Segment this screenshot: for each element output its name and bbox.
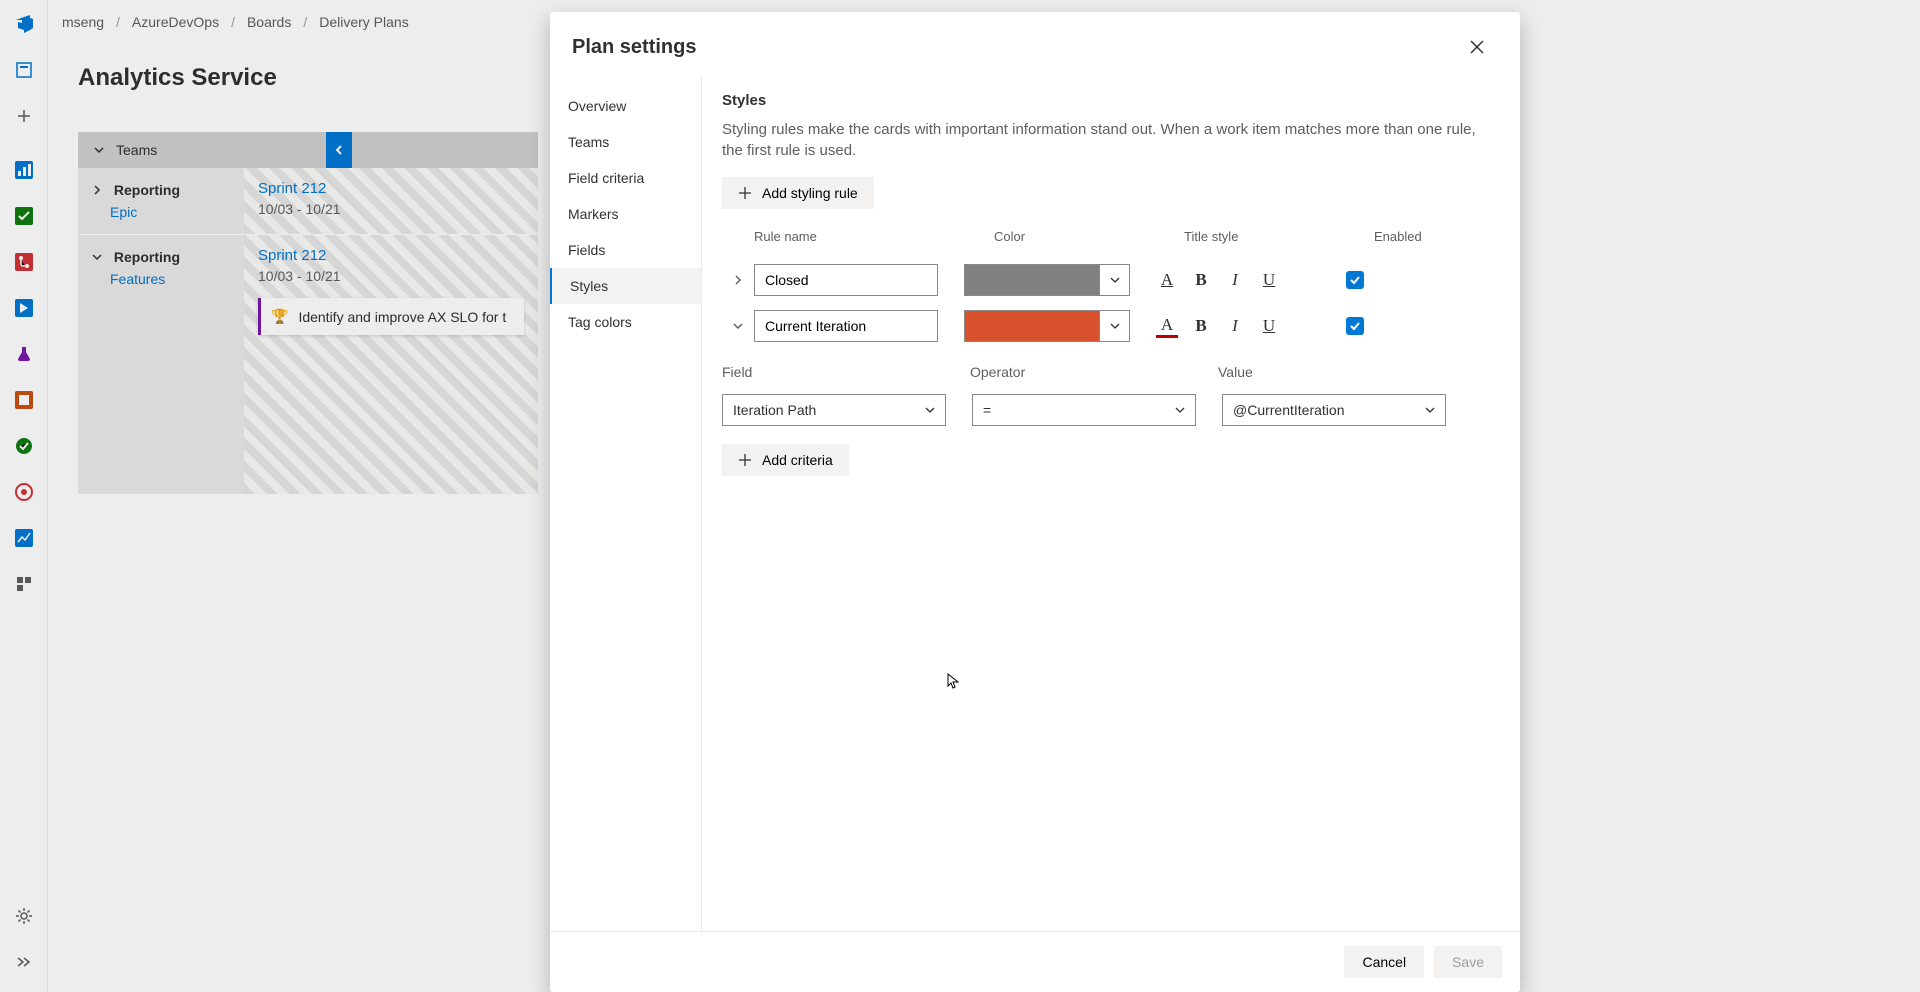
styles-heading: Styles	[722, 92, 1500, 109]
add-rule-label: Add styling rule	[762, 185, 858, 201]
collapse-rule-button[interactable]	[722, 320, 754, 332]
nav-overview[interactable]: Overview	[550, 88, 701, 124]
expand-rule-button[interactable]	[722, 274, 754, 286]
enabled-checkbox[interactable]	[1346, 271, 1364, 289]
save-button[interactable]: Save	[1434, 946, 1502, 978]
nav-teams[interactable]: Teams	[550, 124, 701, 160]
nav-tag-colors[interactable]: Tag colors	[550, 304, 701, 340]
rules-columns: Rule name Color Title style Enabled	[722, 229, 1500, 250]
settings-nav: Overview Teams Field criteria Markers Fi…	[550, 76, 702, 931]
criteria-row: Iteration Path = @CurrentIteration	[722, 394, 1500, 426]
bold-button[interactable]: B	[1190, 315, 1212, 337]
nav-field-criteria[interactable]: Field criteria	[550, 160, 701, 196]
enabled-checkbox[interactable]	[1346, 317, 1364, 335]
value-value: @CurrentIteration	[1233, 402, 1344, 418]
chevron-down-icon[interactable]	[1099, 311, 1129, 341]
rule-name-input[interactable]	[754, 264, 938, 296]
color-picker[interactable]	[964, 310, 1130, 342]
italic-button[interactable]: I	[1224, 315, 1246, 337]
operator-select[interactable]: =	[972, 394, 1196, 426]
col-rule-name: Rule name	[754, 229, 994, 244]
operator-value: =	[983, 402, 991, 418]
value-select[interactable]: @CurrentIteration	[1222, 394, 1446, 426]
rule-name-input[interactable]	[754, 310, 938, 342]
chevron-down-icon[interactable]	[1099, 265, 1129, 295]
font-color-button[interactable]: A	[1156, 269, 1178, 291]
color-swatch	[965, 265, 1099, 295]
add-criteria-label: Add criteria	[762, 452, 833, 468]
italic-button[interactable]: I	[1224, 269, 1246, 291]
col-title-style: Title style	[1184, 229, 1374, 244]
add-styling-rule-button[interactable]: Add styling rule	[722, 177, 874, 209]
color-swatch	[965, 311, 1099, 341]
styles-description: Styling rules make the cards with import…	[722, 119, 1500, 161]
col-operator: Operator	[970, 364, 1218, 380]
style-rule: A B I U	[722, 310, 1500, 342]
add-criteria-button[interactable]: Add criteria	[722, 444, 849, 476]
col-value: Value	[1218, 364, 1448, 380]
field-value: Iteration Path	[733, 402, 816, 418]
color-picker[interactable]	[964, 264, 1130, 296]
nav-fields[interactable]: Fields	[550, 232, 701, 268]
col-color: Color	[994, 229, 1184, 244]
bold-button[interactable]: B	[1190, 269, 1212, 291]
col-field: Field	[722, 364, 970, 380]
underline-button[interactable]: U	[1258, 269, 1280, 291]
cancel-button[interactable]: Cancel	[1344, 946, 1424, 978]
font-color-button[interactable]: A	[1156, 314, 1178, 338]
field-select[interactable]: Iteration Path	[722, 394, 946, 426]
close-button[interactable]	[1460, 30, 1494, 64]
panel-title: Plan settings	[572, 36, 696, 59]
col-enabled: Enabled	[1374, 229, 1500, 244]
style-rule: A B I U	[722, 264, 1500, 296]
nav-styles[interactable]: Styles	[550, 268, 701, 304]
nav-markers[interactable]: Markers	[550, 196, 701, 232]
underline-button[interactable]: U	[1258, 315, 1280, 337]
criteria-columns: Field Operator Value	[722, 364, 1500, 380]
plan-settings-panel: Plan settings Overview Teams Field crite…	[550, 12, 1520, 992]
